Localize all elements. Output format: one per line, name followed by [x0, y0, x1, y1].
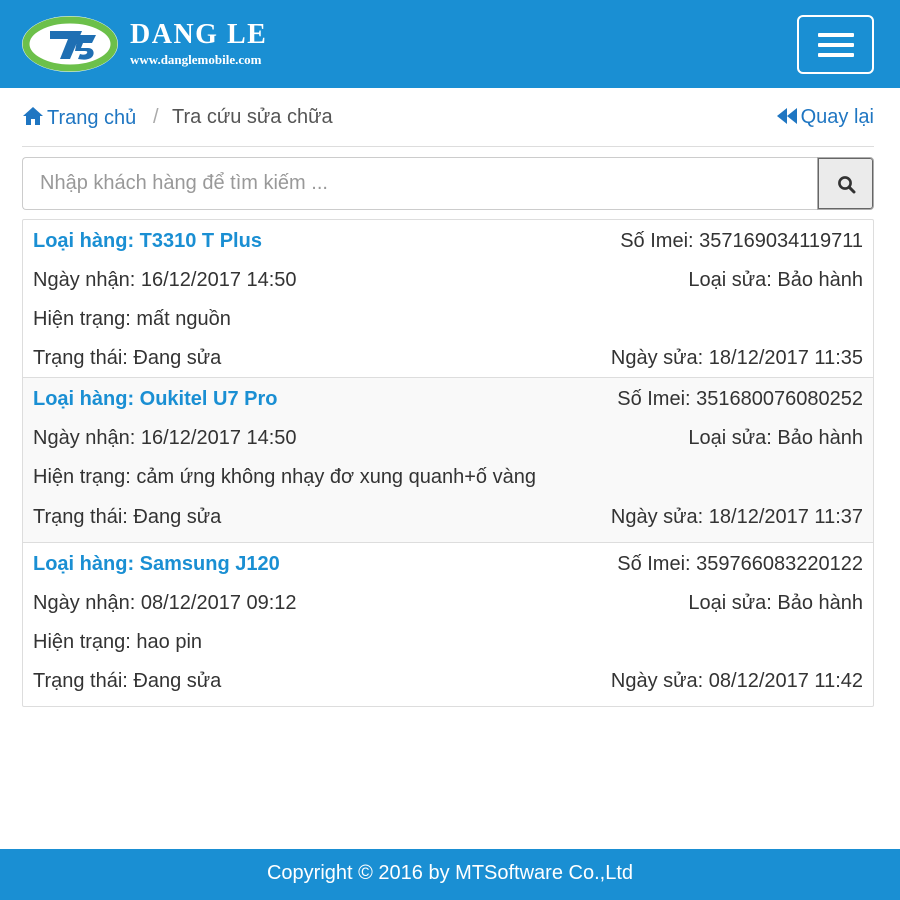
brand-website: www.danglemobile.com: [130, 52, 262, 67]
menu-toggle-button[interactable]: [797, 15, 874, 74]
breadcrumb-current: Tra cứu sửa chữa: [172, 106, 333, 128]
record-status: Trạng thái: Đang sửa: [33, 670, 222, 692]
record-repair-type: Loại sửa: Bảo hành: [688, 592, 863, 614]
copyright-text: Copyright © 2016 by MTSoftware Co.,Ltd: [266, 862, 633, 884]
logo-emblem-icon: [22, 16, 118, 72]
breadcrumb-divider: [22, 146, 874, 147]
site-footer: Copyright © 2016 by MTSoftware Co.,Ltd: [0, 849, 900, 900]
search-button[interactable]: [817, 157, 874, 210]
record-repair-type: Loại sửa: Bảo hành: [688, 269, 863, 291]
back-link[interactable]: Quay lại: [776, 106, 874, 129]
record-condition: Hiện trạng: hao pin: [33, 631, 203, 653]
breadcrumb: Trang chủ / Tra cứu sửa chữa Quay lại: [22, 100, 874, 140]
breadcrumb-separator: /: [153, 106, 159, 128]
record-repair-date: Ngày sửa: 18/12/2017 11:37: [610, 506, 863, 528]
record-repair-type: Loại sửa: Bảo hành: [688, 427, 863, 449]
home-icon: [23, 107, 43, 125]
record-imei: Số Imei: 351680076080252: [617, 388, 863, 410]
site-header: DANG LE www.danglemobile.com: [0, 0, 900, 88]
search-icon: [838, 176, 856, 194]
record-imei: Số Imei: 357169034119711: [620, 230, 863, 252]
repair-record-list: Loại hàng: T3310 T Plus Số Imei: 3571690…: [22, 219, 874, 707]
record-imei: Số Imei: 359766083220122: [617, 553, 863, 575]
record-received-date: Ngày nhận: 16/12/2017 14:50: [33, 269, 297, 291]
repair-record: Loại hàng: Samsung J120 Số Imei: 3597660…: [23, 542, 873, 706]
record-repair-date: Ngày sửa: 08/12/2017 11:42: [610, 670, 863, 692]
record-status: Trạng thái: Đang sửa: [33, 347, 222, 369]
back-label: Quay lại: [800, 106, 874, 128]
breadcrumb-home-link[interactable]: Trang chủ: [22, 106, 136, 130]
fast-backward-icon: [776, 108, 797, 124]
record-product-link[interactable]: Loại hàng: Samsung J120: [33, 553, 280, 576]
repair-record: Loại hàng: T3310 T Plus Số Imei: 3571690…: [23, 220, 873, 377]
record-product-link[interactable]: Loại hàng: Oukitel U7 Pro: [33, 388, 277, 411]
record-condition: Hiện trạng: cảm ứng không nhạy đơ xung q…: [33, 466, 536, 488]
search-bar: [22, 157, 874, 210]
brand-logo[interactable]: DANG LE www.danglemobile.com: [20, 13, 310, 75]
record-status: Trạng thái: Đang sửa: [33, 506, 222, 528]
record-received-date: Ngày nhận: 16/12/2017 14:50: [33, 427, 297, 449]
record-received-date: Ngày nhận: 08/12/2017 09:12: [33, 592, 297, 614]
record-product-link[interactable]: Loại hàng: T3310 T Plus: [33, 230, 262, 253]
customer-search-input[interactable]: [22, 157, 817, 210]
breadcrumb-home-label: Trang chủ: [47, 107, 137, 129]
record-condition: Hiện trạng: mất nguồn: [33, 308, 231, 330]
record-repair-date: Ngày sửa: 18/12/2017 11:35: [610, 347, 863, 369]
repair-record: Loại hàng: Oukitel U7 Pro Số Imei: 35168…: [23, 377, 873, 542]
brand-name: DANG LE: [130, 19, 268, 50]
